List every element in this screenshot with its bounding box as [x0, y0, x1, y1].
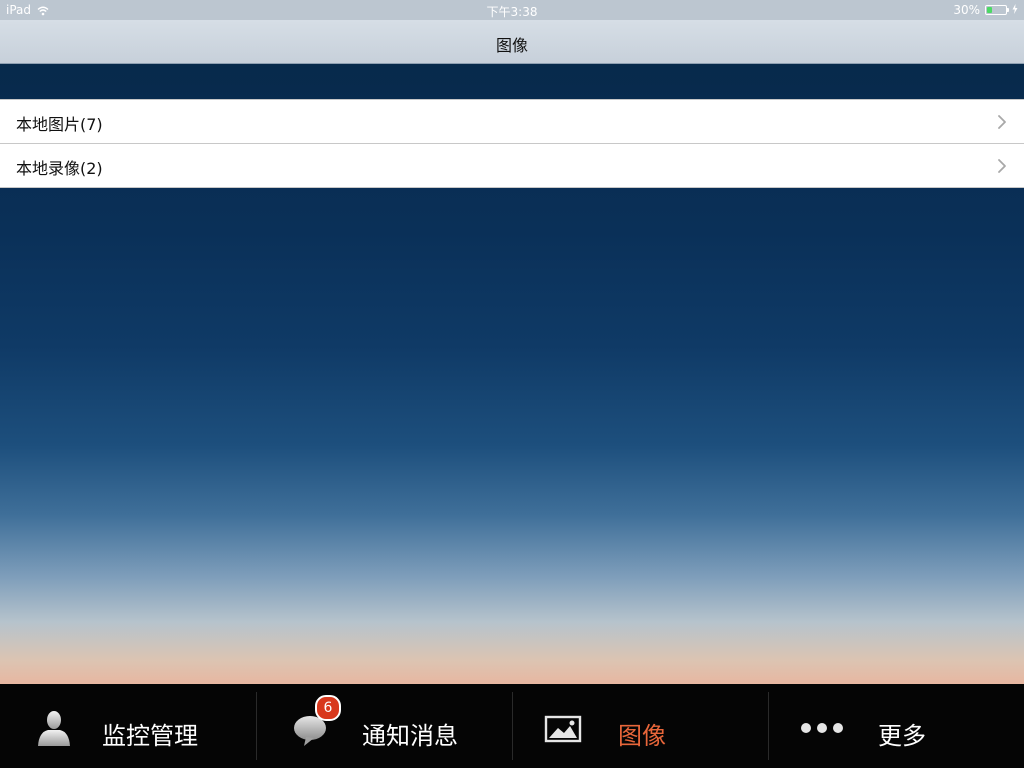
notification-badge: 6: [315, 695, 341, 721]
list-item-local-videos[interactable]: 本地录像(2): [0, 144, 1024, 188]
tab-label: 图像: [618, 722, 666, 750]
list-item-label: 本地录像(2): [16, 159, 103, 178]
tab-monitor-management[interactable]: 监控管理: [0, 684, 256, 768]
person-icon: [34, 708, 74, 748]
chevron-right-icon: [996, 158, 1008, 174]
tab-more[interactable]: 更多: [768, 684, 1024, 768]
tab-label: 通知消息: [362, 722, 458, 750]
more-dots-icon: [798, 708, 843, 748]
list-item-label: 本地图片(7): [16, 115, 103, 134]
image-icon: [544, 708, 584, 748]
tab-notifications[interactable]: 6 通知消息: [256, 684, 512, 768]
list-item-local-photos[interactable]: 本地图片(7): [0, 100, 1024, 144]
battery-percent: 30%: [953, 3, 980, 17]
battery-fill: [987, 7, 992, 13]
battery-icon: [985, 5, 1009, 15]
chevron-right-icon: [996, 114, 1008, 130]
tab-label: 监控管理: [102, 722, 198, 750]
screen: iPad 下午3:38 30% 图像 本地图片(7) 本地录像(2) 监控管理 …: [0, 0, 1024, 768]
tab-bar: 监控管理 6 通知消息 图像 更多: [0, 684, 1024, 768]
charging-bolt-icon: [1012, 3, 1018, 17]
media-list: 本地图片(7) 本地录像(2): [0, 99, 1024, 188]
navigation-bar: 图像: [0, 20, 1024, 64]
status-time: 下午3:38: [486, 5, 538, 19]
tab-label: 更多: [878, 722, 926, 750]
page-title: 图像: [495, 36, 528, 55]
status-bar: iPad 下午3:38 30%: [0, 0, 1024, 20]
status-right: 30%: [953, 3, 1018, 17]
tab-images[interactable]: 图像: [512, 684, 768, 768]
